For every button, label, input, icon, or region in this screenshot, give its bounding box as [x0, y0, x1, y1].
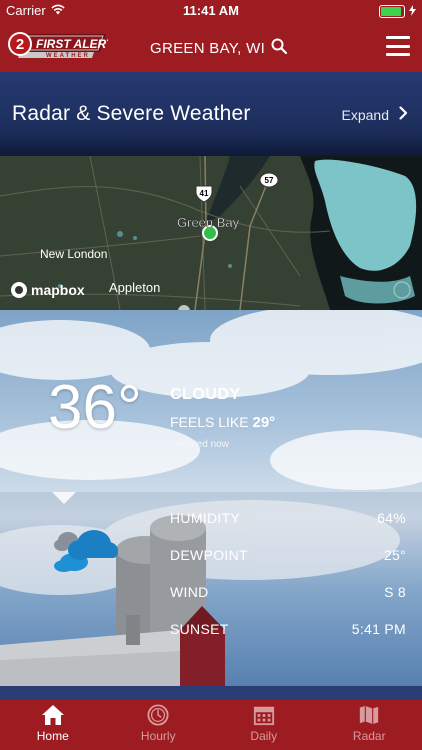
current-conditions-panel: 36° CLOUDY FEELS LIKE 29° Updated now HU… [0, 310, 422, 686]
detail-label: DEWPOINT [170, 547, 248, 563]
search-icon [271, 38, 288, 58]
detail-value: 64% [377, 510, 406, 526]
tab-hourly[interactable]: Hourly [106, 700, 212, 750]
detail-label: WIND [170, 584, 209, 600]
charging-icon [409, 4, 416, 19]
map-icon [360, 705, 379, 725]
detail-value: S 8 [384, 584, 406, 600]
detail-label: SUNSET [170, 621, 229, 637]
location-label: GREEN BAY, WI [150, 39, 266, 57]
status-right [379, 4, 416, 19]
tab-home[interactable]: Home [0, 700, 106, 750]
detail-value: 25° [383, 547, 406, 563]
tab-radar[interactable]: Radar [317, 700, 422, 750]
battery-icon [379, 5, 405, 18]
radar-title: Radar & Severe Weather [12, 102, 251, 125]
expand-button[interactable]: Expand [342, 106, 408, 123]
detail-row-wind: WIND S 8 [170, 584, 406, 600]
status-time: 11:41 AM [183, 3, 239, 18]
detail-row-dewpoint: DEWPOINT 25° [170, 547, 406, 563]
panel-notch [52, 492, 76, 504]
first-alert-logo[interactable]: 2 FIRST ALERT WEATHER [6, 30, 115, 62]
condition-label: CLOUDY [170, 386, 241, 403]
feels-like-label: FEELS LIKE [170, 414, 249, 430]
radar-section-header[interactable]: Radar & Severe Weather Expand [0, 72, 422, 156]
tab-label: Home [36, 729, 69, 743]
svg-text:57: 57 [265, 176, 274, 185]
logo-number: 2 [16, 36, 24, 53]
detail-value: 5:41 PM [351, 621, 406, 637]
feels-like: FEELS LIKE 29° [170, 414, 275, 431]
tab-label: Daily [250, 729, 278, 743]
radar-map[interactable]: 41 57 Green Bay New London Appleton mapb… [0, 156, 422, 310]
hamburger-menu-icon[interactable] [386, 36, 410, 56]
logo-text: FIRST ALERT [36, 37, 108, 51]
status-bar: Carrier 11:41 AM [0, 0, 422, 22]
highway-57-icon: 57 [259, 172, 279, 188]
current-temperature: 36° [48, 373, 142, 442]
clock-icon [147, 704, 169, 726]
detail-label: HUMIDITY [170, 510, 241, 526]
home-icon [41, 705, 64, 725]
feels-like-value: 29° [252, 414, 276, 431]
logo-sub: WEATHER [46, 53, 90, 59]
nav-bar: 2 FIRST ALERT WEATHER GREEN BAY, WI [0, 22, 422, 72]
updated-label: Updated now [170, 439, 229, 450]
tab-daily[interactable]: Daily [211, 700, 317, 750]
mapbox-logo-icon: mapbox [11, 282, 85, 298]
svg-text:mapbox: mapbox [31, 282, 85, 298]
map-label-new-london: New London [40, 247, 107, 261]
map-label-green-bay: Green Bay [177, 215, 240, 230]
tab-bar: Home Hourly Daily Radar [0, 686, 422, 750]
location-selector[interactable]: GREEN BAY, WI [150, 38, 288, 58]
chevron-right-icon [399, 106, 408, 123]
cloudy-icon [52, 526, 118, 579]
expand-label: Expand [341, 106, 389, 123]
detail-row-humidity: HUMIDITY 64% [170, 510, 406, 526]
tab-label: Hourly [140, 729, 176, 743]
tab-label: Radar [352, 729, 386, 743]
map-label-appleton: Appleton [109, 280, 160, 295]
detail-row-sunset: SUNSET 5:41 PM [170, 621, 406, 637]
svg-text:41: 41 [200, 189, 209, 198]
calendar-icon [253, 706, 274, 726]
